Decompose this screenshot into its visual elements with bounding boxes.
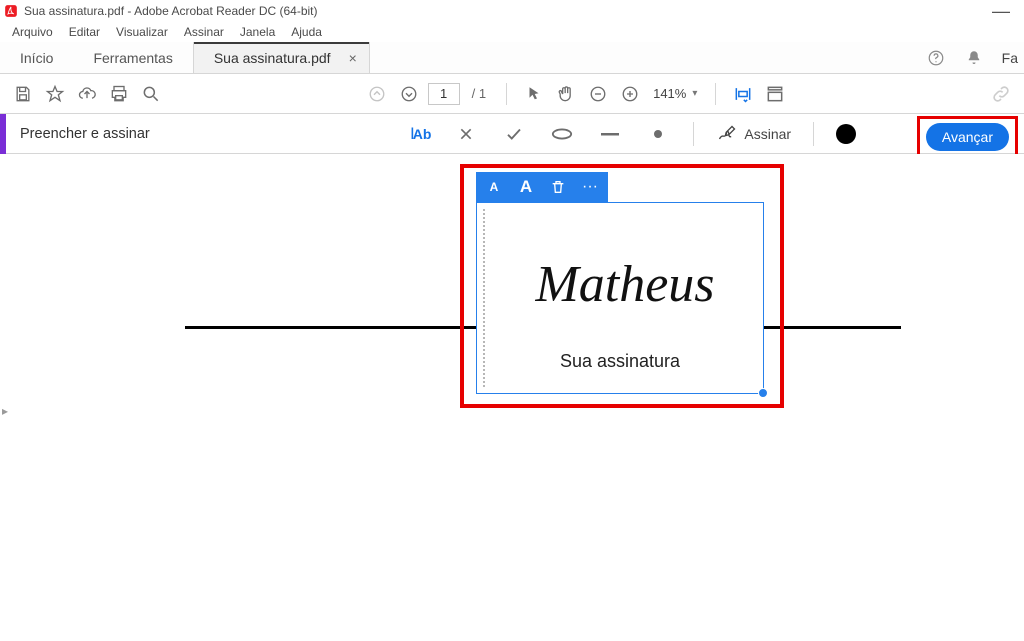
tab-home[interactable]: Início	[0, 42, 73, 73]
tab-tools[interactable]: Ferramentas	[73, 42, 192, 73]
signature-label: Sua assinatura	[477, 351, 763, 372]
save-icon[interactable]	[10, 81, 36, 107]
acrobat-icon	[4, 4, 18, 18]
zoom-select[interactable]: 141% ▾	[649, 86, 701, 101]
line-icon[interactable]	[597, 121, 623, 147]
page-total: / 1	[466, 86, 492, 101]
signature-field[interactable]: Matheus Sua assinatura	[476, 202, 764, 394]
menu-view[interactable]: Visualizar	[108, 23, 176, 41]
menu-bar: Arquivo Editar Visualizar Assinar Janela…	[0, 22, 1024, 42]
help-icon[interactable]	[926, 48, 946, 68]
main-toolbar: 1 / 1 141% ▾	[0, 74, 1024, 114]
page-number-input[interactable]: 1	[428, 83, 460, 105]
print-icon[interactable]	[106, 81, 132, 107]
delete-icon[interactable]	[548, 177, 568, 197]
color-picker[interactable]	[836, 124, 856, 144]
fillbar-sep2	[813, 122, 814, 146]
advance-button[interactable]: Avançar	[926, 123, 1009, 151]
signature-text: Matheus	[497, 259, 753, 311]
toolbar-sep	[506, 83, 507, 105]
star-icon[interactable]	[42, 81, 68, 107]
tab-document-label: Sua assinatura.pdf	[214, 50, 331, 66]
tab-document[interactable]: Sua assinatura.pdf ×	[193, 42, 370, 73]
tab-strip: Início Ferramentas Sua assinatura.pdf × …	[0, 42, 1024, 74]
menu-window[interactable]: Janela	[232, 23, 283, 41]
sign-label: Assinar	[744, 126, 791, 142]
decrease-font-icon[interactable]: A	[484, 177, 504, 197]
zoom-value: 141%	[653, 86, 686, 101]
bell-icon[interactable]	[964, 48, 984, 68]
pointer-icon[interactable]	[521, 81, 547, 107]
signature-field-toolbar: A A ···	[476, 172, 608, 202]
fit-width-icon[interactable]	[730, 81, 756, 107]
title-bar: Sua assinatura.pdf - Adobe Acrobat Reade…	[0, 0, 1024, 22]
right-panel-label[interactable]: Fa	[1002, 50, 1018, 66]
fill-sign-title: Preencher e assinar	[6, 126, 150, 142]
page-canvas[interactable]: A A ··· Matheus Sua assinatura	[20, 154, 1024, 641]
tab-close-icon[interactable]: ×	[349, 50, 357, 66]
page-down-icon[interactable]	[396, 81, 422, 107]
sidebar-expand-icon[interactable]: ▸	[2, 404, 8, 418]
share-link-icon[interactable]	[988, 81, 1014, 107]
x-mark-icon[interactable]	[453, 121, 479, 147]
document-area: ▸ A A ··· Matheus Sua assinatura	[0, 154, 1024, 641]
fillbar-sep	[693, 122, 694, 146]
fill-sign-bar: Preencher e assinar IAb Assinar Avançar	[0, 114, 1024, 154]
check-mark-icon[interactable]	[501, 121, 527, 147]
hand-icon[interactable]	[553, 81, 579, 107]
cloud-upload-icon[interactable]	[74, 81, 100, 107]
search-icon[interactable]	[138, 81, 164, 107]
add-text-button[interactable]: IAb	[410, 124, 431, 144]
zoom-out-icon[interactable]	[585, 81, 611, 107]
advance-highlight: Avançar	[917, 116, 1018, 158]
read-mode-icon[interactable]	[762, 81, 788, 107]
menu-edit[interactable]: Editar	[61, 23, 108, 41]
circle-icon[interactable]	[549, 121, 575, 147]
increase-font-icon[interactable]: A	[516, 177, 536, 197]
toolbar-sep2	[715, 83, 716, 105]
caret-down-icon: ▾	[692, 88, 697, 99]
resize-handle[interactable]	[758, 388, 768, 398]
dot-icon[interactable]	[645, 121, 671, 147]
menu-file[interactable]: Arquivo	[4, 23, 61, 41]
zoom-in-icon[interactable]	[617, 81, 643, 107]
window-minimize[interactable]: —	[982, 6, 1020, 16]
window-title: Sua assinatura.pdf - Adobe Acrobat Reade…	[24, 4, 318, 18]
menu-help[interactable]: Ajuda	[283, 23, 330, 41]
sign-button[interactable]: Assinar	[716, 124, 791, 144]
more-icon[interactable]: ···	[580, 177, 600, 197]
menu-sign[interactable]: Assinar	[176, 23, 232, 41]
page-up-icon[interactable]	[364, 81, 390, 107]
